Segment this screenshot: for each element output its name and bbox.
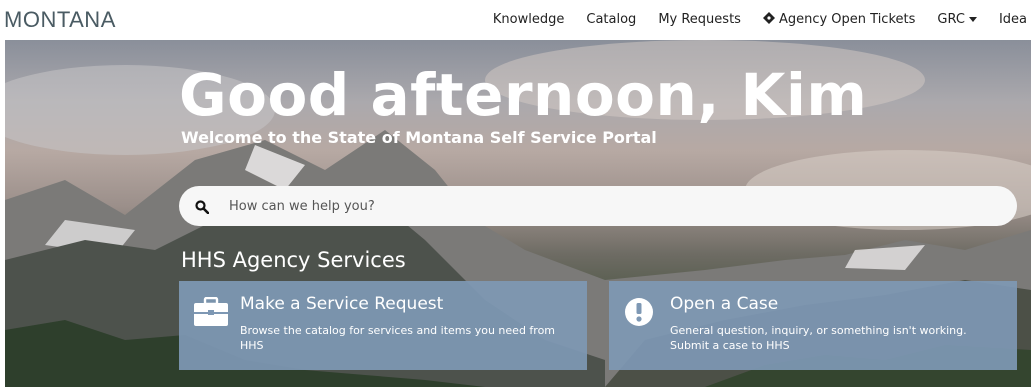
card-title: Make a Service Request: [240, 294, 444, 314]
briefcase-icon: [193, 296, 229, 327]
exclamation-icon: [623, 297, 659, 327]
card-title: Open a Case: [670, 294, 779, 314]
card-description: General question, inquiry, or something …: [670, 324, 967, 352]
nav-my-requests[interactable]: My Requests: [658, 12, 741, 27]
nav-catalog[interactable]: Catalog: [586, 12, 636, 27]
caret-down-icon: [968, 16, 977, 22]
greeting-heading: Good afternoon, Kim: [179, 61, 868, 129]
search-bar[interactable]: [179, 186, 1017, 226]
search-icon: [195, 199, 210, 215]
make-service-request-card[interactable]: Make a Service Request Browse the catalo…: [179, 281, 587, 370]
top-navbar: MONTANA Knowledge Catalog My Requests Ag…: [0, 0, 1031, 38]
main-nav: Knowledge Catalog My Requests Agency Ope…: [493, 0, 1031, 38]
card-description: Browse the catalog for services and item…: [240, 324, 556, 352]
montana-logo[interactable]: MONTANA: [4, 7, 116, 33]
nav-knowledge[interactable]: Knowledge: [493, 12, 564, 27]
nav-idea[interactable]: Idea: [999, 12, 1027, 27]
ticket-icon: [762, 11, 775, 27]
open-a-case-card[interactable]: Open a Case General question, inquiry, o…: [609, 281, 1017, 370]
nav-agency-open-tickets[interactable]: Agency Open Tickets: [762, 11, 915, 27]
search-input[interactable]: [227, 197, 991, 215]
welcome-subtitle: Welcome to the State of Montana Self Ser…: [181, 128, 657, 147]
hero-banner: Good afternoon, Kim Welcome to the State…: [5, 40, 1031, 387]
nav-grc-dropdown[interactable]: GRC: [937, 12, 977, 27]
services-section-title: HHS Agency Services: [181, 248, 406, 272]
